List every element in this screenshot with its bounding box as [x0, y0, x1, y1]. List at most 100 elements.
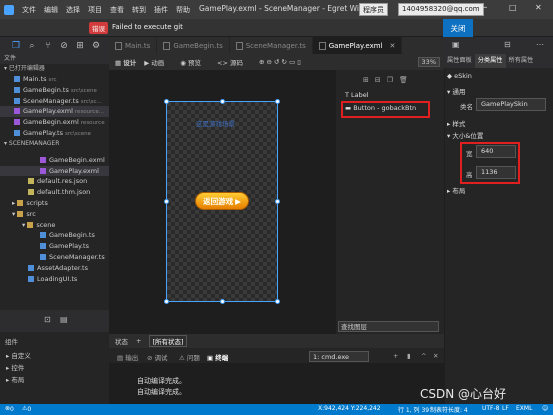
- section-size-position[interactable]: ▾ 大小&位置: [447, 130, 483, 140]
- close-notification-button[interactable]: 关闭: [443, 19, 473, 37]
- class-field[interactable]: GamePlaySkin: [476, 98, 546, 111]
- scene-label[interactable]: 这是游戏场景: [196, 118, 235, 128]
- menu-plugins[interactable]: 插件: [150, 5, 172, 15]
- section-style[interactable]: ▸ 样式: [447, 118, 465, 128]
- menu-edit[interactable]: 编辑: [40, 5, 62, 15]
- output-tab[interactable]: ▤ 输出: [117, 352, 138, 362]
- problems-tab[interactable]: ⚠ 问题: [179, 352, 200, 362]
- open-editor-item[interactable]: GamePlay.exml resource...: [0, 106, 109, 118]
- tree-item[interactable]: GameBegin.ts: [0, 230, 109, 241]
- menu-view[interactable]: 查看: [106, 5, 128, 15]
- resize-handle[interactable]: [164, 99, 169, 104]
- debug-icon[interactable]: ⊘: [58, 41, 70, 51]
- delete-icon[interactable]: 🗑: [399, 76, 408, 84]
- lock-icon[interactable]: ⊡: [44, 315, 51, 324]
- section-layout[interactable]: ▸ 布局: [447, 185, 465, 195]
- tree-item[interactable]: GamePlay.exml: [0, 165, 109, 177]
- tab-scenemanager-ts[interactable]: SceneManager.ts: [230, 37, 313, 54]
- open-editor-item[interactable]: SceneManager.ts src\sc...: [0, 96, 109, 107]
- state-tab[interactable]: 状态: [115, 336, 128, 346]
- account-button[interactable]: 1404958320@qq.com: [398, 3, 484, 16]
- line-column[interactable]: 行 1, 列 39: [398, 405, 429, 414]
- component-group-custom[interactable]: ▸ 自定义: [6, 350, 31, 360]
- open-editor-item[interactable]: GameBegin.exml resource: [0, 117, 109, 128]
- goback-button[interactable]: 返回游戏 ▶: [195, 192, 249, 210]
- add-terminal-icon[interactable]: +: [393, 352, 398, 360]
- skin-selector[interactable]: ◆ eSkin: [447, 72, 472, 80]
- tree-item[interactable]: default.res.json: [0, 176, 109, 187]
- layout-icon[interactable]: ▣: [452, 40, 460, 49]
- tree-item[interactable]: AssetAdapter.ts: [0, 263, 109, 274]
- find-layer-input[interactable]: 查找图层: [338, 321, 439, 332]
- error-count[interactable]: ⊗ 0: [5, 405, 14, 413]
- design-mode-button[interactable]: ▦ 设计: [115, 57, 136, 67]
- preview-mode-button[interactable]: ◉ 预览: [180, 57, 209, 67]
- split-icon[interactable]: ⊟: [504, 40, 511, 49]
- ungroup-icon[interactable]: ⊟: [375, 76, 381, 84]
- smiley-icon[interactable]: ☺: [542, 405, 548, 412]
- debug-tab[interactable]: ⊘ 调试: [147, 352, 168, 362]
- resize-handle[interactable]: [220, 99, 225, 104]
- language-mode[interactable]: EXML: [516, 405, 532, 412]
- tool-icons[interactable]: ⊕ ⊖ ↺ ↻ ▭ ▯: [259, 58, 301, 66]
- menu-project[interactable]: 项目: [84, 5, 106, 15]
- terminal-tab[interactable]: ▣ 终端: [207, 352, 228, 362]
- open-editor-item[interactable]: Main.ts src: [0, 74, 109, 85]
- zoom-select[interactable]: 33%: [417, 57, 440, 67]
- print-icon[interactable]: ▤: [60, 315, 68, 324]
- minimize-icon[interactable]: ─: [482, 3, 487, 12]
- tree-folder[interactable]: ▸ scripts: [0, 198, 109, 209]
- tab-gameplay-exml[interactable]: GamePlay.exml ✕: [312, 37, 403, 54]
- encoding[interactable]: UTF-8: [482, 405, 500, 412]
- role-select[interactable]: 程序员: [359, 3, 388, 16]
- terminal-select[interactable]: 1: cmd.exe: [309, 351, 369, 362]
- open-editors-header[interactable]: ▾ 已打开编辑器: [0, 64, 109, 74]
- all-states-tab[interactable]: [所有状态]: [149, 335, 187, 347]
- close-window-icon[interactable]: ✕: [535, 3, 542, 12]
- animation-mode-button[interactable]: ▶ 动画: [144, 57, 172, 67]
- tab-properties[interactable]: 属性面板: [444, 54, 475, 68]
- source-control-icon[interactable]: ⑂: [42, 41, 54, 51]
- resize-handle[interactable]: [275, 199, 280, 204]
- tab-size[interactable]: 制表符长度: 4: [430, 405, 468, 414]
- open-editor-item[interactable]: GamePlay.ts src\scene: [0, 128, 109, 139]
- copy-icon[interactable]: ❐: [387, 76, 393, 84]
- chevron-up-icon[interactable]: ^: [421, 352, 426, 360]
- line-ending[interactable]: LF: [502, 405, 509, 412]
- menu-select[interactable]: 选择: [62, 5, 84, 15]
- close-panel-icon[interactable]: ✕: [433, 352, 438, 360]
- search-icon[interactable]: ⌕: [26, 41, 38, 51]
- trash-icon[interactable]: ▮: [407, 352, 411, 360]
- component-group-controls[interactable]: ▸ 控件: [6, 362, 24, 372]
- settings-icon[interactable]: ⚙: [90, 41, 102, 51]
- tab-main-ts[interactable]: Main.ts: [109, 37, 158, 54]
- tab-all-properties[interactable]: 所有属性: [506, 54, 537, 68]
- resize-handle[interactable]: [275, 99, 280, 104]
- tab-gamebegin-ts[interactable]: GameBegin.ts: [157, 37, 230, 54]
- tree-folder[interactable]: ▾ scene: [0, 220, 109, 231]
- menu-goto[interactable]: 转到: [128, 5, 150, 15]
- extensions-icon[interactable]: ⊞: [74, 41, 86, 51]
- tree-item[interactable]: GamePlay.ts: [0, 241, 109, 252]
- resize-handle[interactable]: [220, 299, 225, 304]
- resize-handle[interactable]: [164, 299, 169, 304]
- terminal-output[interactable]: 自动编译完成。 自动编译完成。: [109, 364, 444, 404]
- tree-folder[interactable]: ▾ src: [0, 209, 109, 220]
- project-section-header[interactable]: ▾ SCENEMANAGER: [0, 138, 109, 149]
- open-editor-item[interactable]: GameBegin.ts src\scene: [0, 85, 109, 96]
- source-mode-button[interactable]: <> 源码: [217, 57, 251, 67]
- group-icon[interactable]: ⊞: [363, 76, 369, 84]
- section-common[interactable]: ▾ 通用: [447, 86, 465, 96]
- tree-item[interactable]: default.thm.json: [0, 187, 109, 198]
- tree-item[interactable]: LoadingUI.ts: [0, 274, 109, 285]
- tree-item[interactable]: GameBegin.exml: [0, 155, 109, 166]
- warning-count[interactable]: ⚠ 0: [22, 405, 31, 413]
- resize-handle[interactable]: [164, 199, 169, 204]
- add-state-button[interactable]: +: [136, 337, 141, 345]
- tree-item[interactable]: SceneManager.ts: [0, 252, 109, 263]
- tab-category-properties[interactable]: 分类属性: [474, 54, 506, 68]
- menu-help[interactable]: 帮助: [172, 5, 194, 15]
- maximize-icon[interactable]: □: [509, 3, 517, 12]
- resize-handle[interactable]: [275, 299, 280, 304]
- more-icon[interactable]: ⋯: [536, 40, 544, 49]
